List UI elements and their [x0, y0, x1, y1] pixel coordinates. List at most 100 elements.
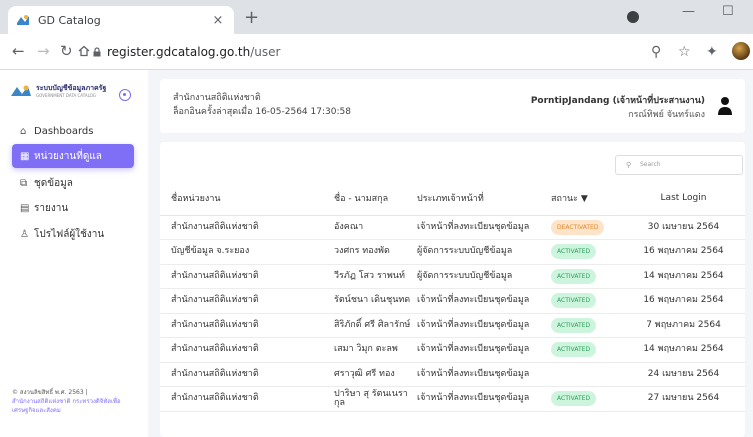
sidebar-toggle-icon[interactable] — [119, 89, 131, 101]
cell-name: ศราวุฒิ ศรี ทอง — [334, 362, 417, 387]
cell-last-login: 27 เมษายน 2564 — [622, 386, 745, 412]
back-icon[interactable]: ← — [12, 43, 25, 59]
cell-name: เสมา วิมุก ตะลพ — [334, 337, 417, 363]
footer-copyright: © สงวนลิขสิทธิ์ พ.ศ. 2563 | — [12, 389, 88, 396]
status-badge: ACTIVATED — [551, 293, 597, 309]
browser-avatar[interactable] — [732, 42, 750, 60]
cell-name: วีรภัฏ โสว ราพนท์ — [334, 264, 417, 289]
lock-icon[interactable] — [92, 47, 102, 57]
app: ระบบบัญชีข้อมูลภาครัฐ GOVERNMENT DATA CA… — [0, 70, 753, 437]
cell-type: เจ้าหน้าที่ลงทะเบียนชุดข้อมูล — [417, 313, 551, 338]
table-row[interactable]: สำนักงานสถิติแห่งชาติ ศราวุฒิ ศรี ทอง เจ… — [160, 362, 745, 387]
header-card: สำนักงานสถิติแห่งชาติ ล็อกอินครั้งล่าสุด… — [160, 79, 745, 133]
cell-type: เจ้าหน้าที่ลงทะเบียนชุดข้อมูล — [417, 288, 551, 314]
sidebar-item-label: โปรไฟล์ผู้ใช้งาน — [34, 228, 105, 240]
sidebar-item-label: ชุดข้อมูล — [34, 177, 73, 189]
table-row[interactable]: สำนักงานสถิติแห่งชาติ วีรภัฏ โสว ราพนท์ … — [160, 264, 745, 289]
cell-agency: สำนักงานสถิติแห่งชาติ — [160, 313, 334, 338]
column-header-agency[interactable]: ชื่อหน่วยงาน — [160, 182, 334, 216]
bookmark-star-icon[interactable]: ☆ — [678, 44, 691, 60]
cell-name: ปาริษา สุ รัตนเนรา กุล — [334, 386, 417, 412]
tab-title: GD Catalog — [38, 13, 101, 27]
home-icon: ⌂ — [20, 125, 27, 137]
tab-close-button[interactable]: × — [210, 13, 226, 28]
user-table: ชื่อหน่วยงาน ชื่อ - นามสกุล ประเภทเจ้าหน… — [160, 182, 745, 412]
table-row[interactable]: สำนักงานสถิติแห่งชาติ อังคณา เจ้าหน้าที่… — [160, 215, 745, 240]
sidebar-footer: © สงวนลิขสิทธิ์ พ.ศ. 2563 | สำนักงานสถิต… — [12, 388, 142, 415]
cell-agency: สำนักงานสถิติแห่งชาติ — [160, 386, 334, 412]
url-path: /user — [250, 45, 281, 59]
cell-status-empty — [551, 362, 622, 387]
zoom-icon[interactable]: ⚲ — [651, 44, 661, 60]
home-button-icon[interactable] — [78, 45, 90, 57]
logo-subtitle: GOVERNMENT DATA CATALOG — [36, 93, 96, 98]
cell-type: เจ้าหน้าที่ลงทะเบียนชุดข้อมูล — [417, 215, 551, 240]
cell-last-login: 14 พฤษภาคม 2564 — [622, 337, 745, 363]
cell-agency: สำนักงานสถิติแห่งชาติ — [160, 215, 334, 240]
user-name[interactable]: PorntipJandang (เจ้าหน้าที่ประสานงาน) — [531, 93, 705, 107]
cell-agency: สำนักงานสถิติแห่งชาติ — [160, 264, 334, 289]
cell-type: ผู้จัดการระบบบัญชีข้อมูล — [417, 239, 551, 265]
sidebar-item-label: Dashboards — [34, 125, 94, 137]
cell-type: เจ้าหน้าที่ลงทะเบียนชุดข้อมูล — [417, 362, 551, 387]
new-tab-button[interactable]: + — [244, 9, 259, 27]
footer-org-link[interactable]: สำนักงานสถิติแห่งชาติ กระทรวงดิจิทัลเพื่… — [12, 397, 142, 415]
logo-mark-icon — [11, 85, 31, 96]
cell-type: ผู้จัดการระบบบัญชีข้อมูล — [417, 264, 551, 289]
table-row[interactable]: สำนักงานสถิติแห่งชาติ รัตน์ชนา เดินชุนทด… — [160, 288, 745, 314]
status-badge: DEACTIVATED — [551, 219, 605, 235]
table-row[interactable]: สำนักงานสถิติแห่งชาติ สิริภักดิ์ ศรี ศิล… — [160, 313, 745, 338]
cell-type: เจ้าหน้าที่ลงทะเบียนชุดข้อมูล — [417, 337, 551, 363]
browser-profile-icon[interactable] — [627, 11, 639, 23]
column-header-type[interactable]: ประเภทเจ้าหน้าที่ — [417, 182, 551, 216]
cell-last-login: 16 พฤษภาคม 2564 — [622, 288, 745, 314]
cell-last-login: 30 เมษายน 2564 — [622, 215, 745, 240]
column-header-last-login[interactable]: Last Login — [622, 182, 745, 216]
header-org-name: สำนักงานสถิติแห่งชาติ — [173, 93, 261, 103]
column-header-status[interactable]: สถานะ ▼ — [551, 182, 622, 216]
gd-catalog-favicon — [17, 15, 29, 25]
search-icon: ⚲ — [626, 161, 632, 169]
table-row[interactable]: บัญชีข้อมูล จ.ระยอง วงศกร ทองพัด ผู้จัดก… — [160, 239, 745, 265]
cell-agency: สำนักงานสถิติแห่งชาติ — [160, 362, 334, 387]
sidebar-item-profile[interactable]: ♙ โปรไฟล์ผู้ใช้งาน — [12, 222, 134, 246]
cell-agency: สำนักงานสถิติแห่งชาติ — [160, 288, 334, 314]
sidebar-item-dashboards[interactable]: ⌂ Dashboards — [12, 119, 134, 143]
sidebar-item-agencies[interactable]: ▦ หน่วยงานที่ดูแล — [12, 144, 134, 168]
extensions-icon[interactable]: ✦ — [706, 44, 718, 60]
user-realname: กรณ์ทิพย์ จันทร์แดง — [628, 110, 705, 120]
table-row[interactable]: สำนักงานสถิติแห่งชาติ เสมา วิมุก ตะลพ เจ… — [160, 337, 745, 363]
browser-toolbar: ← → ↻ register.gdcatalog.go.th/user ⚲ ☆ … — [0, 34, 753, 70]
cell-agency: สำนักงานสถิติแห่งชาติ — [160, 337, 334, 363]
address-bar[interactable]: register.gdcatalog.go.th/user — [107, 45, 280, 59]
cell-last-login: 14 พฤษภาคม 2564 — [622, 264, 745, 289]
status-badge: ACTIVATED — [551, 317, 597, 333]
user-table-card: ⚲ Search ชื่อหน่วยงาน ชื่อ - นามสกุล ประ… — [160, 142, 745, 437]
user-icon: ♙ — [20, 228, 29, 240]
logo[interactable]: ระบบบัญชีข้อมูลภาครัฐ GOVERNMENT DATA CA… — [10, 84, 106, 100]
status-badge: ACTIVATED — [551, 268, 597, 284]
minimize-icon[interactable]: — — [682, 4, 695, 19]
sidebar-item-reports[interactable]: ▤ รายงาน — [12, 196, 134, 220]
column-header-name[interactable]: ชื่อ - นามสกุล — [334, 182, 417, 216]
browser-tabstrip: GD Catalog × + — ☐ — [0, 0, 753, 34]
user-avatar-icon[interactable] — [717, 96, 733, 116]
cell-agency: บัญชีข้อมูล จ.ระยอง — [160, 239, 334, 265]
status-badge: ACTIVATED — [551, 391, 597, 407]
url-host: register.gdcatalog.go.th — [107, 45, 251, 59]
cell-name: วงศกร ทองพัด — [334, 239, 417, 265]
sidebar-item-datasets[interactable]: ⧉ ชุดข้อมูล — [12, 171, 134, 195]
logo-title: ระบบบัญชีข้อมูลภาครัฐ — [36, 84, 107, 92]
cell-last-login: 24 เมษายน 2564 — [622, 362, 745, 387]
sidebar-item-label: หน่วยงานที่ดูแล — [34, 150, 102, 162]
status-badge: ACTIVATED — [551, 342, 597, 358]
table-row[interactable]: สำนักงานสถิติแห่งชาติ ปาริษา สุ รัตนเนรา… — [160, 386, 745, 412]
maximize-icon[interactable]: ☐ — [722, 4, 734, 19]
sidebar: ระบบบัญชีข้อมูลภาครัฐ GOVERNMENT DATA CA… — [0, 70, 148, 437]
browser-tab[interactable]: GD Catalog × — [8, 6, 234, 34]
grid-icon: ▦ — [20, 150, 30, 162]
reload-icon[interactable]: ↻ — [60, 43, 73, 59]
forward-icon[interactable]: → — [37, 43, 50, 59]
search-input[interactable]: ⚲ Search — [615, 155, 743, 175]
cell-name: สิริภักดิ์ ศรี ศิลารักษ์ — [334, 313, 417, 338]
